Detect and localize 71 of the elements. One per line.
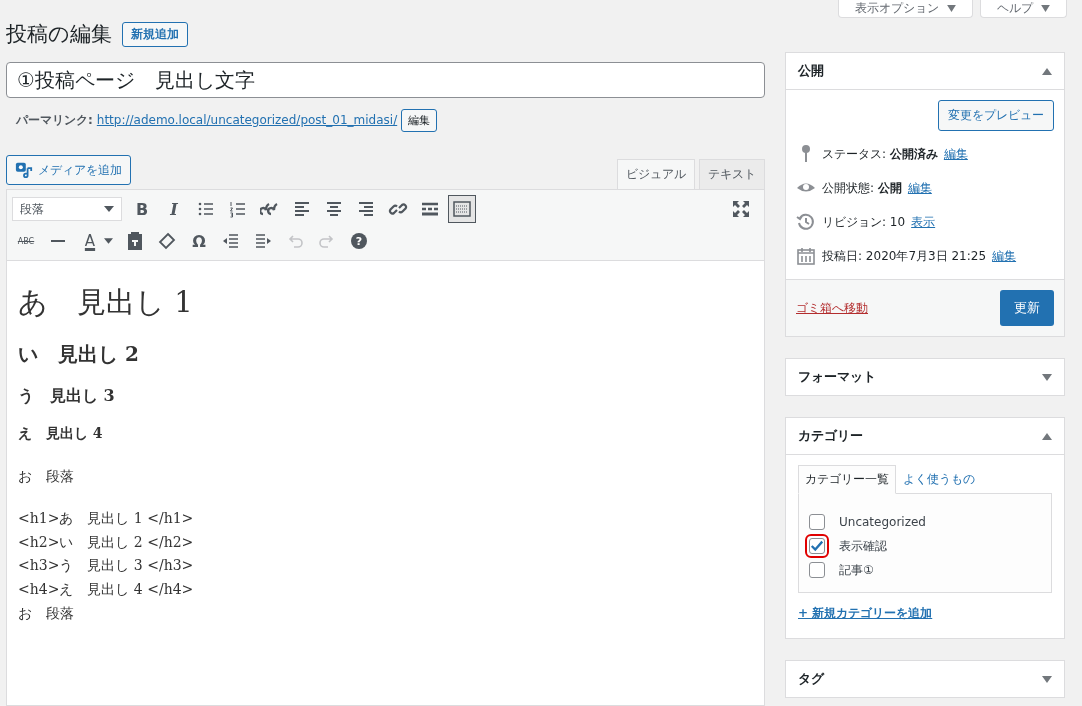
meta-link[interactable]: 編集: [992, 247, 1017, 265]
help-button[interactable]: ?: [351, 233, 367, 249]
toolbar-toggle-button[interactable]: [448, 195, 476, 223]
category-tab[interactable]: カテゴリー一覧: [798, 465, 896, 494]
page-title: 投稿の編集: [6, 21, 112, 48]
indent-icon: [253, 231, 273, 251]
category-label: 記事①: [839, 561, 874, 579]
toggle-icon[interactable]: [1042, 675, 1052, 683]
format-select[interactable]: 段落: [12, 197, 122, 221]
editor-tab[interactable]: テキスト: [699, 159, 765, 189]
special-character-button[interactable]: Ω: [185, 227, 213, 255]
category-checkbox[interactable]: [809, 514, 825, 530]
strikethrough-button[interactable]: ABC: [12, 227, 40, 255]
post-title-field[interactable]: ①投稿ページ 見出し文字: [6, 62, 765, 98]
box-title: フォーマット: [798, 368, 876, 386]
align-left-icon: [292, 199, 312, 219]
update-button[interactable]: 更新: [1000, 290, 1054, 326]
meta-text: リビジョン: 10: [822, 213, 906, 231]
meta-text: ステータス: 公開済み: [822, 145, 938, 163]
meta-link[interactable]: 表示: [911, 213, 936, 231]
meta-text: 公開状態: 公開: [822, 179, 902, 197]
trash-link[interactable]: ゴミ箱へ移動: [796, 299, 868, 317]
permalink-link[interactable]: http://ademo.local/uncategorized/post_01_midasi/: [96, 113, 398, 127]
toggle-icon[interactable]: [1042, 67, 1052, 75]
permalink-edit-button[interactable]: 編集: [401, 108, 438, 132]
media-icon: [15, 161, 33, 179]
category-label: 表示確認: [839, 537, 887, 555]
calendar-icon: [796, 246, 816, 266]
heading: う 見出し 3: [18, 386, 116, 407]
caret-icon[interactable]: [104, 238, 113, 244]
category-tab[interactable]: よく使うもの: [896, 465, 982, 494]
checkmark-icon: [810, 539, 824, 553]
box-title: カテゴリー: [798, 427, 863, 445]
heading: い 見出し 2: [18, 341, 140, 368]
add-category-link[interactable]: + 新規カテゴリーを追加: [798, 605, 933, 622]
italic-button[interactable]: I: [160, 195, 188, 223]
align-center-icon: [324, 199, 344, 219]
permalink-label: パーマリンク:: [16, 111, 93, 129]
preview-button[interactable]: 変更をプレビュー: [938, 100, 1054, 131]
toggle-icon[interactable]: [1042, 373, 1052, 381]
paragraph: <h1>あ 見出し 1 </h1> <h2>い 見出し 2 </h2> <h3>う 見出し 3 </h3> <h4>え 見出し 4 </h4> お 段落: [18, 508, 195, 623]
outdent-icon: [221, 231, 241, 251]
category-checkbox[interactable]: [809, 562, 825, 578]
bold-button[interactable]: B: [128, 195, 156, 223]
toolbar-toggle-icon: [452, 199, 472, 219]
caret-icon: [104, 206, 114, 212]
paste-text-icon: [125, 231, 145, 251]
box-title: 公開: [798, 62, 824, 80]
screen-option-button[interactable]: 表示オプション: [838, 0, 973, 18]
add-media-button[interactable]: メディアを追加: [6, 155, 131, 185]
horizontal-line-icon: [51, 240, 65, 242]
add-new-button[interactable]: 新規追加: [122, 21, 188, 47]
meta-link[interactable]: 編集: [943, 145, 968, 163]
caret-icon: [947, 5, 956, 12]
meta-link[interactable]: 編集: [907, 179, 932, 197]
heading: え 見出し 4: [18, 425, 104, 443]
paragraph: お 段落: [18, 467, 75, 486]
screen-option-button[interactable]: ヘルプ: [980, 0, 1067, 18]
heading: あ 見出し 1: [18, 284, 194, 321]
box-title: タグ: [798, 670, 824, 688]
editor-tab[interactable]: ビジュアル: [617, 159, 695, 189]
toggle-icon[interactable]: [1042, 432, 1052, 440]
text-color-button[interactable]: A: [76, 227, 104, 255]
align-right-icon: [356, 199, 376, 219]
numbered-list-icon: [228, 199, 248, 219]
history-icon: [796, 212, 816, 232]
category-label: Uncategorized: [839, 515, 926, 529]
caret-icon: [1041, 5, 1050, 12]
meta-text: 投稿日: 2020年7月3日 21:25: [822, 247, 987, 265]
fullscreen-icon: [731, 199, 751, 219]
eraser-icon: [157, 231, 177, 251]
